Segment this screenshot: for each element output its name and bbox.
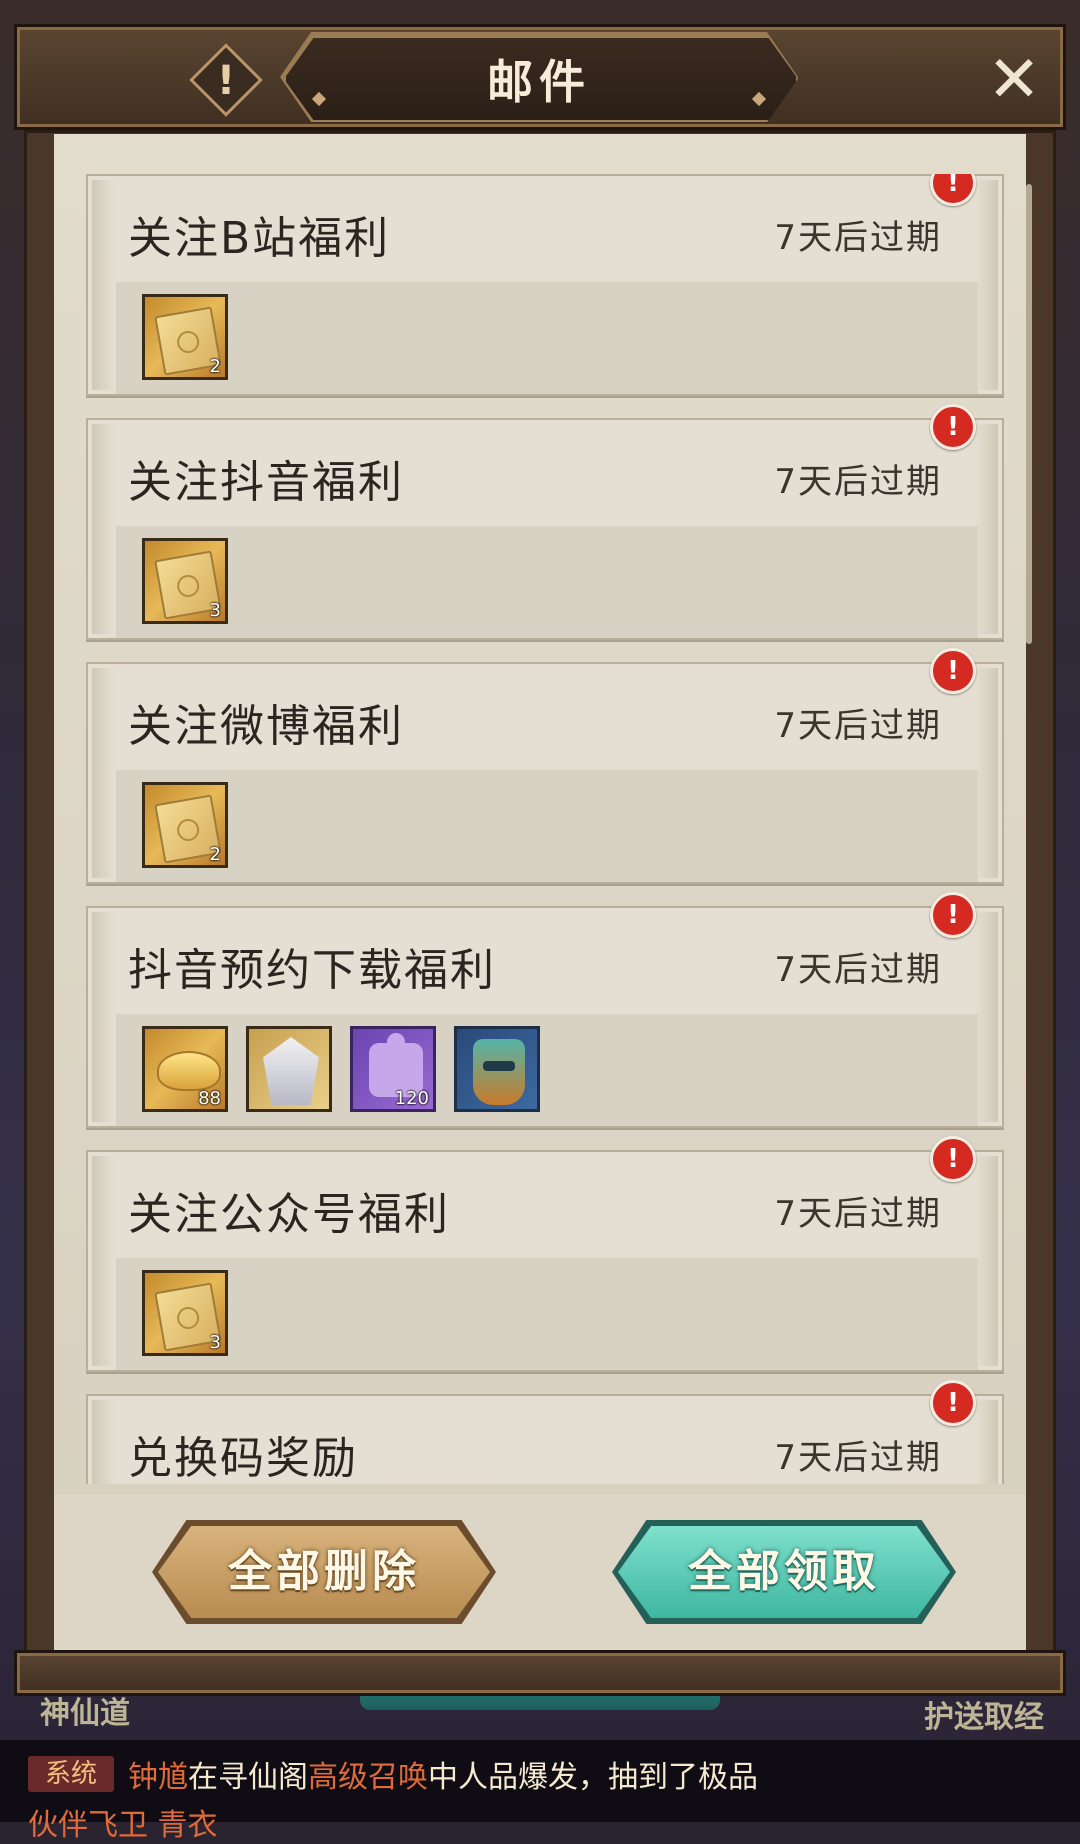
claim-all-button[interactable]: 全部领取 <box>618 1526 950 1618</box>
window-title: 邮件 <box>487 55 591 109</box>
chat-text: 在寻仙阁 <box>188 1760 308 1795</box>
close-button[interactable]: ✕ <box>986 48 1042 112</box>
mail-item-douyin-preorder[interactable]: 抖音预约下载福利 7天后过期 ! 88 120 <box>86 892 1004 1128</box>
reward-puzzle-icon[interactable]: 120 <box>350 1026 436 1112</box>
delete-all-button[interactable]: 全部删除 <box>158 1526 490 1618</box>
reward-count: 2 <box>209 356 221 377</box>
mail-item-wechat[interactable]: 关注公众号福利 7天后过期 ! 3 <box>86 1136 1004 1372</box>
reward-count: 3 <box>209 1332 221 1353</box>
mail-expiry: 7天后过期 <box>774 706 942 746</box>
mail-expiry: 7天后过期 <box>774 950 942 990</box>
reward-count: 2 <box>209 844 221 865</box>
alert-badge-icon: ! <box>930 404 976 450</box>
mail-item-douyin[interactable]: 关注抖音福利 7天后过期 ! 3 <box>86 404 1004 640</box>
scrollbar[interactable] <box>1026 184 1032 644</box>
reward-count: 120 <box>394 1088 429 1109</box>
window-footer <box>14 1650 1066 1696</box>
mail-list[interactable]: 关注B站福利 7天后过期 ! 2 关注抖音福利 7天后过期 ! 3 关注微博福利… <box>86 174 1016 1484</box>
chat-player-name[interactable]: 钟馗 <box>128 1760 188 1795</box>
mail-title: 关注公众号福利 <box>128 1189 450 1240</box>
mail-expiry: 7天后过期 <box>774 218 942 258</box>
mail-expiry: 7天后过期 <box>774 1194 942 1234</box>
chat-message: 钟馗在寻仙阁高级召唤中人品爆发，抽到了极品 <box>128 1752 758 1796</box>
alert-badge-icon: ! <box>930 648 976 694</box>
reward-ticket-icon[interactable]: 2 <box>142 782 228 868</box>
mail-expiry: 7天后过期 <box>774 1438 942 1478</box>
mail-window: 邮件 ! ✕ 关注B站福利 7天后过期 ! 2 关注抖音福利 7天后过期 ! 3… <box>14 24 1066 1696</box>
reward-count: 3 <box>209 600 221 621</box>
chat-highlight: 高级召唤 <box>308 1760 428 1795</box>
reward-count: 88 <box>198 1088 221 1109</box>
reward-gold-ingot-icon[interactable]: 88 <box>142 1026 228 1112</box>
reward-hero-portrait-icon[interactable] <box>246 1026 332 1112</box>
mail-item-bilibili[interactable]: 关注B站福利 7天后过期 ! 2 <box>86 174 1004 396</box>
alert-badge-icon: ! <box>930 1136 976 1182</box>
mail-title: 抖音预约下载福利 <box>128 945 496 996</box>
mail-title: 兑换码奖励 <box>128 1433 358 1484</box>
mail-title: 关注B站福利 <box>128 213 391 264</box>
chat-message-line2: 伙伴飞卫 青衣 <box>28 1808 218 1843</box>
background-right-label: 护送取经 <box>924 1700 1044 1735</box>
chat-channel-tag: 系统 <box>28 1756 114 1792</box>
alert-badge-icon: ! <box>930 1380 976 1426</box>
chat-text-2: 中人品爆发，抽到了极品 <box>428 1760 758 1795</box>
info-icon: ! <box>216 58 236 104</box>
reward-ticket-icon[interactable]: 3 <box>142 538 228 624</box>
alert-badge-icon: ! <box>930 892 976 938</box>
mail-item-weibo[interactable]: 关注微博福利 7天后过期 ! 2 <box>86 648 1004 884</box>
mail-expiry: 7天后过期 <box>774 462 942 502</box>
reward-ticket-icon[interactable]: 2 <box>142 294 228 380</box>
mail-title: 关注微博福利 <box>128 701 404 752</box>
mail-item-redeem-code[interactable]: 兑换码奖励 7天后过期 ! <box>86 1380 1004 1484</box>
reward-mask-icon[interactable] <box>454 1026 540 1112</box>
reward-ticket-icon[interactable]: 3 <box>142 1270 228 1356</box>
mail-title: 关注抖音福利 <box>128 457 404 508</box>
